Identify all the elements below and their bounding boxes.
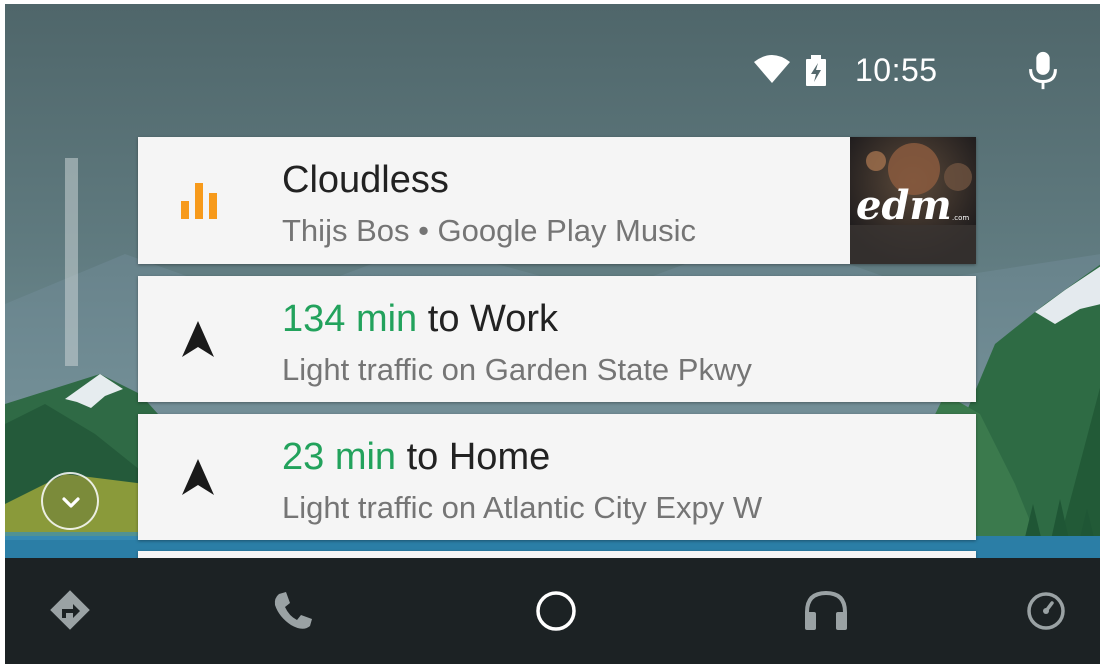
route-eta-title: 134 min to Work	[282, 298, 558, 341]
navigation-arrow-icon	[182, 321, 214, 357]
directions-icon	[50, 590, 90, 630]
album-art: edm .com	[850, 137, 976, 264]
route-destination: to Work	[417, 298, 558, 340]
headphones-icon	[805, 590, 847, 630]
scrollbar[interactable]	[65, 158, 78, 366]
route-traffic: Light traffic on Atlantic City Expy W	[282, 490, 763, 525]
expand-button[interactable]	[41, 472, 99, 530]
now-playing-card[interactable]: Cloudless Thijs Bos • Google Play Music …	[138, 137, 976, 264]
track-artist-source: Thijs Bos • Google Play Music	[282, 213, 697, 248]
navigation-arrow-icon	[182, 459, 214, 495]
exit-icon	[1027, 592, 1065, 630]
nav-navigation-button[interactable]	[36, 576, 106, 646]
chevron-down-icon	[62, 497, 80, 508]
microphone-icon[interactable]	[1022, 50, 1064, 92]
nav-exit-button[interactable]	[1011, 576, 1081, 646]
phone-icon	[274, 592, 312, 629]
nav-audio-button[interactable]	[792, 576, 862, 646]
status-clock: 10:55	[855, 52, 938, 88]
nav-phone-button[interactable]	[257, 576, 327, 646]
svg-text:edm: edm	[856, 182, 952, 229]
card-lead	[138, 414, 258, 540]
route-eta: 23 min	[282, 436, 397, 478]
battery-charging-icon	[806, 55, 826, 86]
svg-text:.com: .com	[952, 214, 969, 222]
route-destination: to Home	[396, 436, 551, 478]
wifi-icon	[754, 55, 790, 83]
home-circle-icon	[536, 591, 576, 631]
card-lead	[138, 137, 258, 264]
route-card-home[interactable]: 23 min to Home Light traffic on Atlantic…	[138, 414, 976, 540]
route-card-work[interactable]: 134 min to Work Light traffic on Garden …	[138, 276, 976, 402]
nav-home-button[interactable]	[520, 576, 590, 646]
route-eta-title: 23 min to Home	[282, 436, 550, 479]
bottom-nav-bar	[5, 558, 1100, 664]
android-auto-screen: 10:55 Cloudless Thijs Bos • Google Play …	[0, 0, 1100, 664]
route-traffic: Light traffic on Garden State Pkwy	[282, 352, 752, 387]
equalizer-icon	[181, 183, 217, 219]
card-lead	[138, 276, 258, 402]
track-title: Cloudless	[282, 159, 449, 201]
route-eta: 134 min	[282, 298, 418, 340]
